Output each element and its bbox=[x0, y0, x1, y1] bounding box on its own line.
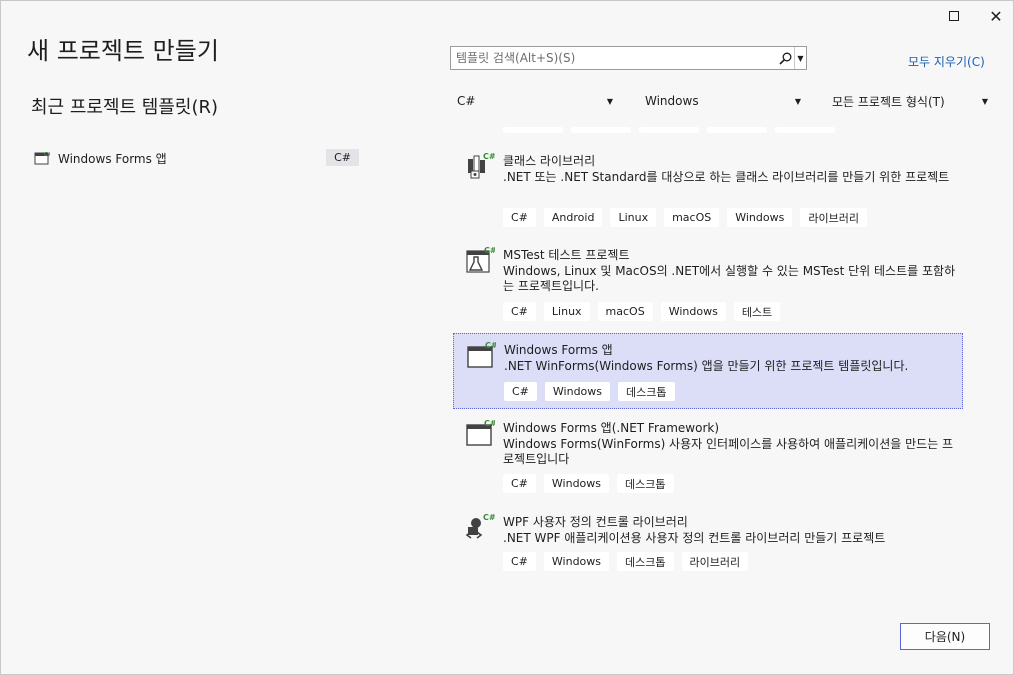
chevron-down-icon: ▼ bbox=[794, 96, 801, 106]
template-item-windows-forms-framework[interactable]: C# Windows Forms 앱(.NET Framework) Windo… bbox=[453, 412, 963, 504]
template-search[interactable]: ▼ bbox=[450, 46, 807, 70]
search-icon[interactable] bbox=[776, 47, 794, 69]
tag: 테스트 bbox=[733, 302, 781, 321]
template-tags: C# Windows 데스크톱 bbox=[503, 474, 674, 493]
template-tags: C# Windows 데스크톱 bbox=[504, 382, 675, 401]
tag: macOS bbox=[597, 302, 653, 321]
chevron-down-icon: ▼ bbox=[606, 96, 613, 106]
tag: 라이브러리 bbox=[800, 208, 867, 227]
search-dropdown-icon[interactable]: ▼ bbox=[794, 47, 806, 69]
tag: Windows bbox=[660, 302, 726, 321]
winforms-framework-icon: C# bbox=[466, 419, 495, 446]
maximize-button[interactable] bbox=[931, 1, 977, 31]
chevron-down-icon: ▼ bbox=[981, 96, 988, 106]
scrolled-tags-fragment bbox=[503, 127, 835, 133]
svg-text:C#: C# bbox=[483, 513, 495, 522]
tag: Windows bbox=[543, 474, 610, 493]
tag: 라이브러리 bbox=[681, 552, 749, 571]
tag: C# bbox=[503, 474, 536, 493]
recent-template-tag: C# bbox=[326, 149, 359, 166]
mstest-icon: C# bbox=[466, 246, 495, 273]
tag: C# bbox=[503, 552, 536, 571]
template-name: MSTest 테스트 프로젝트 bbox=[503, 248, 630, 262]
template-description: .NET WPF 애플리케이션용 사용자 정의 컨트롤 라이브러리 만들기 프로… bbox=[503, 531, 886, 545]
close-button[interactable]: ✕ bbox=[973, 1, 1014, 31]
template-list[interactable]: C# 클래스 라이브러리 .NET 또는 .NET Standard를 대상으로… bbox=[453, 127, 965, 587]
tag: Linux bbox=[543, 302, 590, 321]
template-item-windows-forms[interactable]: C# Windows Forms 앱 .NET WinForms(Windows… bbox=[453, 333, 963, 409]
platform-filter[interactable]: Windows ▼ bbox=[645, 89, 801, 113]
tag: Linux bbox=[610, 208, 657, 227]
tag: macOS bbox=[664, 208, 720, 227]
close-icon: ✕ bbox=[989, 6, 1003, 26]
recent-template-item[interactable]: C# Windows Forms 앱 C# bbox=[31, 147, 361, 169]
template-tags: C# Linux macOS Windows 테스트 bbox=[503, 302, 781, 321]
search-input[interactable] bbox=[451, 47, 776, 69]
template-description: Windows Forms(WinForms) 사용자 인터페이스를 사용하여 … bbox=[503, 437, 954, 466]
recent-templates-heading: 최근 프로젝트 템플릿(R) bbox=[31, 97, 219, 118]
template-item-class-library[interactable]: C# 클래스 라이브러리 .NET 또는 .NET Standard를 대상으로… bbox=[453, 145, 963, 237]
template-item-wpf-control-library[interactable]: C# WPF 사용자 정의 컨트롤 라이브러리 .NET WPF 애플리케이션용… bbox=[453, 506, 963, 586]
tag: 데스크톱 bbox=[617, 552, 674, 571]
new-project-dialog: ✕ 새 프로젝트 만들기 최근 프로젝트 템플릿(R) C# Windows F… bbox=[0, 0, 1014, 675]
template-description: .NET WinForms(Windows Forms) 앱을 만들기 위한 프… bbox=[504, 359, 909, 373]
tag: Android bbox=[543, 208, 603, 227]
template-item-mstest[interactable]: C# MSTest 테스트 프로젝트 Windows, Linux 및 MacO… bbox=[453, 239, 963, 331]
template-description: .NET 또는 .NET Standard를 대상으로 하는 클래스 라이브러리… bbox=[503, 170, 950, 184]
tag: C# bbox=[503, 208, 536, 227]
template-name: 클래스 라이브러리 bbox=[503, 154, 596, 168]
template-description: Windows, Linux 및 MacOS의 .NET에서 실행할 수 있는 … bbox=[503, 264, 956, 293]
next-button[interactable]: 다음(N) bbox=[900, 623, 990, 650]
tag: C# bbox=[503, 302, 536, 321]
template-tags: C# Windows 데스크톱 라이브러리 bbox=[503, 552, 749, 571]
recent-template-label: Windows Forms 앱 bbox=[58, 151, 167, 166]
language-filter-value: C# bbox=[457, 94, 476, 108]
tag: Windows bbox=[544, 382, 611, 401]
class-library-icon: C# bbox=[468, 152, 495, 179]
svg-text:C#: C# bbox=[485, 341, 496, 350]
winforms-icon: C# bbox=[467, 341, 496, 368]
svg-text:C#: C# bbox=[484, 246, 495, 255]
clear-all-link[interactable]: 모두 지우기(C) bbox=[908, 53, 985, 70]
language-filter[interactable]: C# ▼ bbox=[457, 89, 613, 113]
template-name: WPF 사용자 정의 컨트롤 라이브러리 bbox=[503, 515, 688, 529]
tag: Windows bbox=[727, 208, 793, 227]
winforms-icon: C# bbox=[34, 152, 50, 165]
tag: 데스크톱 bbox=[618, 382, 675, 401]
project-type-filter[interactable]: 모든 프로젝트 형식(T) ▼ bbox=[832, 89, 988, 113]
svg-text:C#: C# bbox=[484, 419, 495, 428]
platform-filter-value: Windows bbox=[645, 94, 699, 108]
page-title: 새 프로젝트 만들기 bbox=[27, 37, 219, 65]
template-name: Windows Forms 앱(.NET Framework) bbox=[503, 421, 720, 435]
svg-text:C#: C# bbox=[44, 152, 50, 158]
maximize-icon bbox=[949, 11, 959, 21]
tag: C# bbox=[504, 382, 537, 401]
tag: Windows bbox=[543, 552, 610, 571]
template-name: Windows Forms 앱 bbox=[504, 343, 613, 357]
tag: 데스크톱 bbox=[617, 474, 674, 493]
svg-text:C#: C# bbox=[483, 152, 495, 161]
project-type-filter-value: 모든 프로젝트 형식(T) bbox=[832, 94, 945, 109]
template-tags: C# Android Linux macOS Windows 라이브러리 bbox=[503, 208, 867, 227]
wpf-control-library-icon: C# bbox=[465, 513, 495, 539]
